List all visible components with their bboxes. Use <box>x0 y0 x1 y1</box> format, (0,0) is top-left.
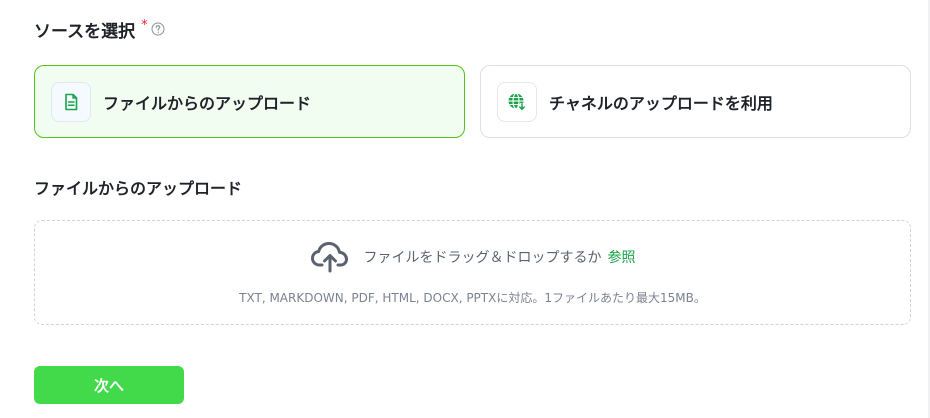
question-circle-icon[interactable] <box>151 22 165 36</box>
dropzone-instruction: ファイルをドラッグ＆ドロップするか <box>363 250 602 266</box>
source-section-title-text: ソースを選択 <box>34 21 136 42</box>
source-option-file-upload[interactable]: ファイルからのアップロード <box>34 65 465 138</box>
upload-section-heading: ファイルからのアップロード <box>34 179 243 198</box>
next-button[interactable]: 次へ <box>34 366 184 404</box>
globe-download-icon <box>508 92 527 111</box>
document-icon-box <box>51 81 91 122</box>
document-icon <box>65 93 78 110</box>
cloud-upload-icon <box>310 241 350 273</box>
required-mark: * <box>141 17 148 33</box>
source-option-channel-upload[interactable]: チャネルのアップロードを利用 <box>480 65 911 138</box>
globe-icon-box <box>497 81 537 122</box>
browse-link[interactable]: 参照 <box>608 247 636 267</box>
supported-formats-hint: TXT, MARKDOWN, PDF, HTML, DOCX, PPTXに対応。… <box>239 291 706 305</box>
source-section-title: ソースを選択 * <box>34 16 165 42</box>
file-dropzone[interactable]: ファイルをドラッグ＆ドロップするか 参照 TXT, MARKDOWN, PDF,… <box>34 220 911 325</box>
dropzone-main: ファイルをドラッグ＆ドロップするか 参照 <box>35 239 910 275</box>
source-option-label: チャネルのアップロードを利用 <box>549 93 773 113</box>
knowledge-upload-page: ソースを選択 * ファイルからのアップロード チャネルのアップロードを利用 ファ… <box>0 0 930 418</box>
source-option-label: ファイルからのアップロード <box>103 93 312 113</box>
